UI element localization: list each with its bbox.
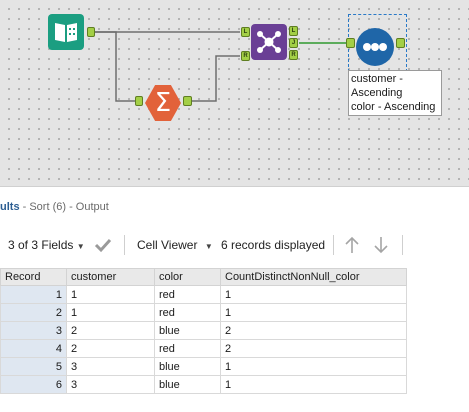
- results-title: ults - Sort (6) - Output: [0, 201, 109, 213]
- count-cell[interactable]: 1: [220, 285, 407, 304]
- sort-input-anchor[interactable]: [346, 38, 355, 48]
- results-toolbar: 3 of 3 Fields ▼ Cell Viewer ▼ 6 records …: [0, 229, 469, 261]
- book-icon: [55, 23, 77, 42]
- table-row[interactable]: 4 2 red 2: [0, 339, 407, 358]
- join-joined-output-anchor[interactable]: J: [289, 38, 298, 48]
- count-cell[interactable]: 1: [220, 357, 407, 376]
- record-cell[interactable]: 3: [0, 321, 67, 340]
- scroll-down-button[interactable]: [372, 229, 390, 261]
- sort-icon: [363, 43, 387, 51]
- wire-summarize-join-right: [192, 55, 240, 102]
- toolbar-divider: [402, 235, 403, 255]
- color-cell[interactable]: red: [154, 303, 221, 322]
- customer-cell[interactable]: 1: [66, 285, 155, 304]
- summarize-output-anchor[interactable]: [183, 96, 192, 106]
- count-cell[interactable]: 1: [220, 375, 407, 394]
- column-header-customer[interactable]: customer: [66, 268, 155, 286]
- color-cell[interactable]: red: [154, 285, 221, 304]
- toolbar-divider: [333, 235, 334, 255]
- join-icon: [257, 31, 281, 53]
- join-right-output-anchor[interactable]: R: [289, 50, 298, 60]
- summarize-input-anchor[interactable]: [135, 96, 143, 106]
- sort-annotation: customer - Ascending color - Ascending: [348, 70, 442, 116]
- results-title-suffix: - Sort (6) - Output: [19, 201, 109, 213]
- customer-cell[interactable]: 2: [66, 321, 155, 340]
- record-cell[interactable]: 6: [0, 375, 67, 394]
- apply-check-button[interactable]: [94, 229, 112, 261]
- browse-tool[interactable]: [48, 14, 84, 50]
- chevron-down-icon: ▼: [76, 242, 85, 251]
- table-row[interactable]: 5 3 blue 1: [0, 357, 407, 376]
- results-table: Record customer color CountDistinctNonNu…: [0, 268, 407, 394]
- join-right-input-anchor[interactable]: R: [241, 51, 250, 61]
- join-tool[interactable]: [251, 24, 287, 60]
- chevron-down-icon: ▼: [204, 242, 213, 251]
- column-header-record[interactable]: Record: [0, 268, 67, 286]
- scroll-up-button[interactable]: [343, 229, 361, 261]
- checkmark-icon: [94, 238, 112, 253]
- table-header-row: Record customer color CountDistinctNonNu…: [0, 268, 407, 286]
- viewer-dropdown[interactable]: Cell Viewer ▼: [137, 229, 213, 261]
- color-cell[interactable]: blue: [154, 375, 221, 394]
- record-cell[interactable]: 2: [0, 303, 67, 322]
- customer-cell[interactable]: 3: [66, 375, 155, 394]
- toolbar-divider: [124, 235, 125, 255]
- annotation-line: customer -: [351, 73, 403, 85]
- customer-cell[interactable]: 3: [66, 357, 155, 376]
- annotation-line: Ascending: [351, 87, 403, 99]
- column-header-color[interactable]: color: [154, 268, 221, 286]
- join-left-output-anchor[interactable]: L: [289, 26, 298, 36]
- color-cell[interactable]: red: [154, 339, 221, 358]
- results-title-prefix: ults: [0, 201, 20, 213]
- viewer-dropdown-label: Cell Viewer: [137, 238, 198, 252]
- color-cell[interactable]: blue: [154, 357, 221, 376]
- record-cell[interactable]: 1: [0, 285, 67, 304]
- fields-dropdown[interactable]: 3 of 3 Fields ▼: [8, 229, 85, 261]
- workflow-canvas[interactable]: Σ L R L J R customer - Ascending color -…: [0, 0, 469, 186]
- record-cell[interactable]: 4: [0, 339, 67, 358]
- arrow-down-icon: [374, 237, 388, 254]
- count-cell[interactable]: 2: [220, 321, 407, 340]
- records-count: 6 records displayed: [221, 238, 326, 252]
- color-cell[interactable]: blue: [154, 321, 221, 340]
- join-left-input-anchor[interactable]: L: [241, 27, 250, 37]
- results-panel-header: ults - Sort (6) - Output: [0, 186, 469, 222]
- count-cell[interactable]: 1: [220, 303, 407, 322]
- record-cell[interactable]: 5: [0, 357, 67, 376]
- table-row[interactable]: 2 1 red 1: [0, 303, 407, 322]
- count-cell[interactable]: 2: [220, 339, 407, 358]
- arrow-up-icon: [345, 236, 359, 253]
- table-row[interactable]: 3 2 blue 2: [0, 321, 407, 340]
- sort-output-anchor[interactable]: [396, 38, 405, 48]
- browse-output-anchor[interactable]: [87, 27, 95, 37]
- table-row[interactable]: 1 1 red 1: [0, 285, 407, 304]
- table-row[interactable]: 6 3 blue 1: [0, 375, 407, 394]
- fields-dropdown-label: 3 of 3 Fields: [8, 238, 74, 252]
- customer-cell[interactable]: 2: [66, 339, 155, 358]
- annotation-line: color - Ascending: [351, 101, 436, 113]
- sort-tool[interactable]: [356, 28, 394, 66]
- column-header-countdistinct[interactable]: CountDistinctNonNull_color: [220, 268, 407, 286]
- customer-cell[interactable]: 1: [66, 303, 155, 322]
- wire-browse-summarize: [95, 31, 135, 102]
